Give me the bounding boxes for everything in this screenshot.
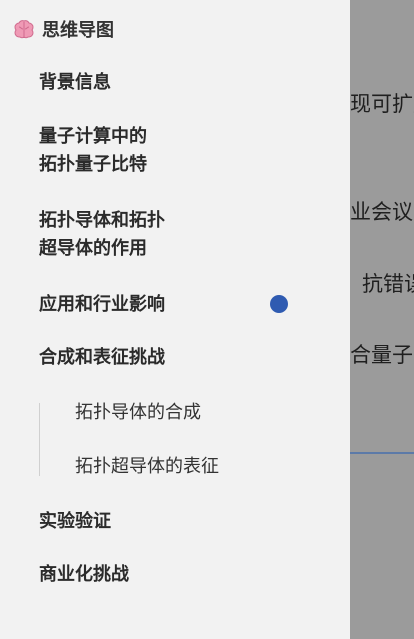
nav-item-commercialization-challenges[interactable]: 商业化挑战 — [39, 561, 299, 589]
background-text-fragment: 业会议, — [350, 200, 414, 224]
nav-item-line: 超导体的作用 — [39, 238, 147, 259]
subitem-topological-conductor-synthesis[interactable]: 拓扑导体的合成 — [75, 400, 315, 426]
drawer-title: 思维导图 — [42, 20, 114, 41]
nav-item-background-info[interactable]: 背景信息 — [39, 69, 299, 97]
nav-item-line: 量子计算中的 — [39, 126, 147, 147]
nav-item-experimental-validation[interactable]: 实验验证 — [39, 508, 299, 536]
nav-item-line: 拓扑导体和拓扑 — [39, 210, 165, 231]
background-text-fragment: 抗错误 — [362, 272, 414, 296]
mindmap-drawer: 思维导图 背景信息 量子计算中的 拓扑量子比特 拓扑导体和拓扑 超导体的作用 应… — [0, 0, 350, 639]
nav-item-synthesis-characterization[interactable]: 合成和表征挑战 — [39, 344, 299, 372]
brain-icon — [14, 20, 34, 39]
subitem-group-rail — [39, 403, 40, 476]
app-screen: 现可扩户 业会议, 抗错误 合量子扌 思维导图 背景信息 量子计算中的 拓扑量子… — [0, 0, 414, 639]
nav-item-applications-industry[interactable]: 应用和行业影响 — [39, 291, 299, 319]
nav-item-line: 拓扑量子比特 — [39, 154, 147, 175]
nav-item-topological-qubits[interactable]: 量子计算中的 拓扑量子比特 — [39, 123, 299, 179]
subitem-topological-superconductor-characterization[interactable]: 拓扑超导体的表征 — [75, 454, 315, 480]
background-text-fragment: 现可扩户 — [350, 92, 414, 116]
drawer-header: 思维导图 — [12, 16, 114, 42]
nav-item-topological-conductors[interactable]: 拓扑导体和拓扑 超导体的作用 — [39, 207, 299, 263]
background-text-fragment: 合量子扌 — [350, 343, 414, 367]
active-indicator-dot — [270, 295, 288, 313]
background-divider — [350, 452, 414, 454]
